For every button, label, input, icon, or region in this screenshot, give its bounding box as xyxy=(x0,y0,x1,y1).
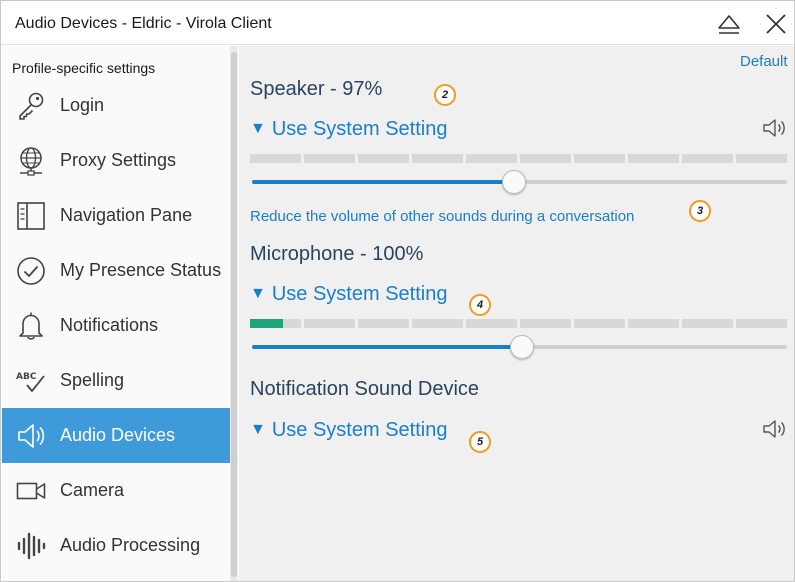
meter-fill xyxy=(250,319,284,328)
notification-test-button[interactable] xyxy=(762,417,788,441)
meter-segment xyxy=(736,154,787,163)
sidebar-item-notifications[interactable]: Notifications xyxy=(2,298,238,353)
sidebar-item-audio-processing[interactable]: Audio Processing xyxy=(2,518,238,573)
step-badge-3: 3 xyxy=(689,200,711,222)
title-bar: Audio Devices - Eldric - Virola Client xyxy=(1,1,794,45)
close-icon xyxy=(766,14,786,34)
step-badge-4: 4 xyxy=(469,294,491,316)
meter-segment xyxy=(412,154,463,163)
spellcheck-icon: ABC xyxy=(15,365,47,397)
app-window: Audio Devices - Eldric - Virola Client P… xyxy=(0,0,795,582)
notification-device-value: Use System Setting xyxy=(271,419,448,441)
sidebar-item-label: Spelling xyxy=(60,370,125,390)
speaker-device-value: Use System Setting xyxy=(271,118,448,140)
meter-segment xyxy=(574,319,625,328)
waveform-icon xyxy=(15,530,47,562)
meter-segment xyxy=(358,154,409,163)
globe-network-icon xyxy=(15,145,47,177)
meter-segment xyxy=(358,319,409,328)
step-badge-2: 2 xyxy=(434,84,456,106)
speaker-test-button[interactable] xyxy=(762,116,788,140)
speaker-level-meter xyxy=(250,154,787,163)
check-circle-icon xyxy=(15,255,47,287)
sidebar-item-spelling[interactable]: ABC Spelling xyxy=(2,353,238,408)
slider-thumb[interactable] xyxy=(510,335,535,359)
meter-segment xyxy=(574,154,625,163)
microphone-level-meter xyxy=(250,319,787,328)
triangle-down-icon: ▼ xyxy=(250,120,266,137)
speaker-icon xyxy=(15,420,47,452)
microphone-title: Microphone - 100% xyxy=(250,243,424,265)
reduce-volume-link[interactable]: Reduce the volume of other sounds during… xyxy=(250,208,634,225)
triangle-down-icon: ▼ xyxy=(250,285,266,302)
meter-segment xyxy=(520,154,571,163)
close-button[interactable] xyxy=(759,7,793,41)
sidebar-scrollbar-thumb[interactable] xyxy=(231,52,237,577)
sidebar-item-label: Camera xyxy=(60,480,125,500)
sidebar-item-my-presence-status[interactable]: My Presence Status xyxy=(2,243,238,298)
microphone-volume-slider[interactable] xyxy=(250,333,787,361)
sidebar-heading: Profile-specific settings xyxy=(12,60,156,76)
slider-track-fill xyxy=(252,345,523,349)
sidebar-item-label: Navigation Pane xyxy=(60,205,193,225)
meter-segment xyxy=(304,154,355,163)
meter-segment xyxy=(736,319,787,328)
sidebar-item-login[interactable]: Login xyxy=(2,78,238,133)
sidebar-item-label: Login xyxy=(60,95,105,115)
notification-sound-title: Notification Sound Device xyxy=(250,378,480,400)
slider-track-fill xyxy=(252,180,515,184)
sidebar-item-navigation-pane[interactable]: Navigation Pane xyxy=(2,188,238,243)
svg-text:ABC: ABC xyxy=(16,372,37,382)
sidebar-item-label: Notifications xyxy=(60,315,159,335)
sidebar-item-proxy-settings[interactable]: Proxy Settings xyxy=(2,133,238,188)
speaker-title: Speaker - 97% xyxy=(250,78,383,100)
speaker-device-dropdown[interactable]: ▼ Use System Setting xyxy=(250,118,447,141)
window-title: Audio Devices - Eldric - Virola Client xyxy=(15,15,272,32)
eject-icon xyxy=(718,15,740,34)
sidebar-item-audio-devices[interactable]: Audio Devices xyxy=(2,408,238,463)
meter-segment xyxy=(466,319,517,328)
camera-icon xyxy=(15,475,47,507)
meter-segment xyxy=(682,319,733,328)
default-link[interactable]: Default xyxy=(740,53,788,70)
sidebar-item-label: Proxy Settings xyxy=(60,150,177,170)
meter-segment xyxy=(682,154,733,163)
meter-segment xyxy=(250,319,301,328)
key-icon xyxy=(15,90,47,122)
microphone-device-dropdown[interactable]: ▼ Use System Setting xyxy=(250,283,447,306)
sidebar-item-label: Audio Processing xyxy=(60,535,201,555)
sidebar-item-label: My Presence Status xyxy=(60,260,222,280)
meter-segment xyxy=(628,319,679,328)
triangle-down-icon: ▼ xyxy=(250,421,266,438)
meter-segment xyxy=(304,319,355,328)
notification-device-dropdown[interactable]: ▼ Use System Setting xyxy=(250,419,447,442)
meter-segment xyxy=(250,154,301,163)
sidebar-item-camera[interactable]: Camera xyxy=(2,463,238,518)
audio-devices-panel: Default Speaker - 97% 2 ▼ Use System Sett… xyxy=(239,46,794,581)
settings-sidebar: Profile-specific settings Login Proxy Se… xyxy=(2,46,238,581)
speaker-icon xyxy=(763,119,785,137)
panel-layout-icon xyxy=(15,200,47,232)
eject-button[interactable] xyxy=(712,7,746,41)
meter-segment xyxy=(520,319,571,328)
meter-segment xyxy=(628,154,679,163)
bell-icon xyxy=(15,310,47,342)
speaker-volume-slider[interactable] xyxy=(250,168,787,196)
meter-segment xyxy=(466,154,517,163)
meter-segment xyxy=(412,319,463,328)
speaker-icon xyxy=(763,420,785,438)
sidebar-item-label: Audio Devices xyxy=(60,425,176,445)
slider-thumb[interactable] xyxy=(502,170,527,194)
step-badge-5: 5 xyxy=(469,431,491,453)
microphone-device-value: Use System Setting xyxy=(271,283,448,305)
